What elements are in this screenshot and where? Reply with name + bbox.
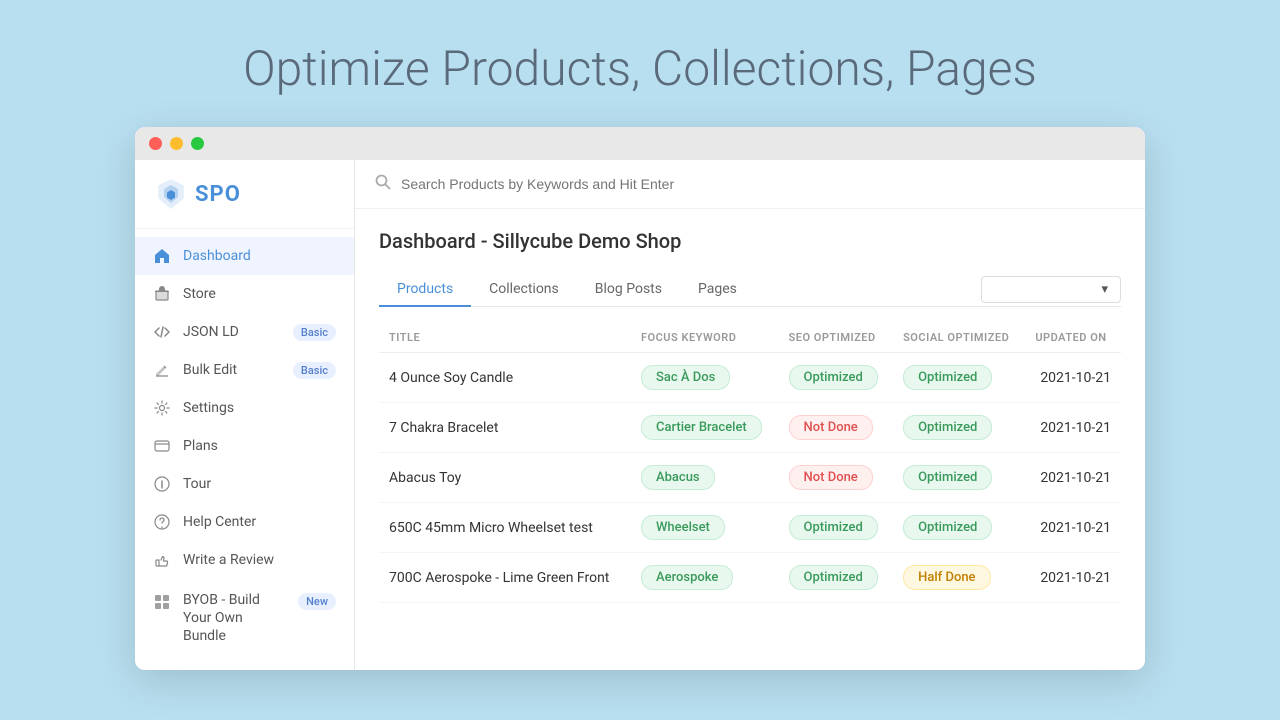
logo-text: SPO xyxy=(195,182,241,207)
thumbs-up-icon xyxy=(153,551,171,569)
cell-seo-optimized: Optimized xyxy=(779,353,894,403)
sidebar-item-settings[interactable]: Settings xyxy=(135,389,354,427)
browser-chrome xyxy=(135,127,1145,160)
cell-seo-optimized: Not Done xyxy=(779,403,894,453)
table-row: 650C 45mm Micro Wheelset test Wheelset O… xyxy=(379,503,1121,553)
sidebar-item-label: Bulk Edit xyxy=(183,362,237,378)
search-icon xyxy=(375,174,391,194)
table-row: Abacus Toy Abacus Not Done Optimized 202… xyxy=(379,453,1121,503)
sidebar-nav: Dashboard Store JSON LD Basic xyxy=(135,229,354,664)
sidebar-item-label: Tour xyxy=(183,476,211,492)
cell-updated-on: 2021-10-21 xyxy=(1025,503,1121,553)
info-circle-icon xyxy=(153,475,171,493)
dot-red[interactable] xyxy=(149,137,162,150)
cell-updated-on: 2021-10-21 xyxy=(1025,403,1121,453)
col-updated-on: UPDATED ON xyxy=(1025,323,1121,353)
table-row: 7 Chakra Bracelet Cartier Bracelet Not D… xyxy=(379,403,1121,453)
question-circle-icon xyxy=(153,513,171,531)
search-bar xyxy=(355,160,1145,209)
cell-title: 650C 45mm Micro Wheelset test xyxy=(379,503,631,553)
json-ld-badge: Basic xyxy=(293,324,336,341)
cell-seo-optimized: Optimized xyxy=(779,503,894,553)
cell-seo-optimized: Optimized xyxy=(779,553,894,603)
dashboard-title: Dashboard - Sillycube Demo Shop xyxy=(379,229,1121,253)
gear-icon xyxy=(153,399,171,417)
products-table: TITLE FOCUS KEYWORD SEO OPTIMIZED SOCIAL… xyxy=(379,323,1121,603)
sidebar-item-label: Store xyxy=(183,286,216,302)
sidebar-item-label: Settings xyxy=(183,400,234,416)
table-row: 4 Ounce Soy Candle Sac À Dos Optimized O… xyxy=(379,353,1121,403)
sidebar-item-label: Dashboard xyxy=(183,248,251,264)
col-social-optimized: SOCIAL OPTIMIZED xyxy=(893,323,1025,353)
code-icon xyxy=(153,323,171,341)
browser-window: SPO Dashboard Store xyxy=(135,127,1145,670)
cell-updated-on: 2021-10-21 xyxy=(1025,553,1121,603)
home-icon xyxy=(153,247,171,265)
table-header-row: TITLE FOCUS KEYWORD SEO OPTIMIZED SOCIAL… xyxy=(379,323,1121,353)
cell-social-optimized: Optimized xyxy=(893,353,1025,403)
dot-green[interactable] xyxy=(191,137,204,150)
cell-focus-keyword: Aerospoke xyxy=(631,553,779,603)
page-heading: Optimize Products, Collections, Pages xyxy=(243,40,1037,97)
col-focus-keyword: FOCUS KEYWORD xyxy=(631,323,779,353)
cell-title: 4 Ounce Soy Candle xyxy=(379,353,631,403)
bulk-edit-badge: Basic xyxy=(293,362,336,379)
sidebar-logo: SPO xyxy=(135,160,354,229)
tab-products[interactable]: Products xyxy=(379,273,471,307)
search-input[interactable] xyxy=(401,176,1125,192)
col-seo-optimized: SEO OPTIMIZED xyxy=(779,323,894,353)
sidebar-item-byob[interactable]: BYOB - Build Your Own Bundle New xyxy=(135,579,354,656)
cell-social-optimized: Optimized xyxy=(893,453,1025,503)
grid-icon xyxy=(153,593,171,611)
cell-focus-keyword: Wheelset xyxy=(631,503,779,553)
cell-updated-on: 2021-10-21 xyxy=(1025,353,1121,403)
dot-yellow[interactable] xyxy=(170,137,183,150)
main-content: Dashboard - Sillycube Demo Shop Products… xyxy=(355,160,1145,670)
card-icon xyxy=(153,437,171,455)
cell-focus-keyword: Sac À Dos xyxy=(631,353,779,403)
cell-social-optimized: Optimized xyxy=(893,503,1025,553)
sidebar-item-label: Write a Review xyxy=(183,552,274,568)
cell-focus-keyword: Abacus xyxy=(631,453,779,503)
cell-seo-optimized: Not Done xyxy=(779,453,894,503)
tab-collections[interactable]: Collections xyxy=(471,273,577,307)
sidebar-item-tour[interactable]: Tour xyxy=(135,465,354,503)
sidebar-item-dashboard[interactable]: Dashboard xyxy=(135,237,354,275)
tab-pages[interactable]: Pages xyxy=(680,273,755,307)
table-filter-dropdown[interactable]: ▾ xyxy=(981,276,1121,303)
sidebar-item-write-review[interactable]: Write a Review xyxy=(135,541,354,579)
sidebar-item-plans[interactable]: Plans xyxy=(135,427,354,465)
content-area: Dashboard - Sillycube Demo Shop Products… xyxy=(355,209,1145,623)
cell-focus-keyword: Cartier Bracelet xyxy=(631,403,779,453)
sidebar: SPO Dashboard Store xyxy=(135,160,355,670)
spo-logo-icon xyxy=(155,178,187,210)
col-title: TITLE xyxy=(379,323,631,353)
tabs-container: Products Collections Blog Posts Pages ▾ xyxy=(379,273,1121,307)
edit-icon xyxy=(153,361,171,379)
sidebar-item-label: JSON LD xyxy=(183,324,239,340)
sidebar-item-store[interactable]: Store xyxy=(135,275,354,313)
box-icon xyxy=(153,285,171,303)
cell-title: 700C Aerospoke - Lime Green Front xyxy=(379,553,631,603)
sidebar-item-label: BYOB - Build Your Own Bundle xyxy=(183,591,286,646)
sidebar-item-label: Plans xyxy=(183,438,218,454)
cell-updated-on: 2021-10-21 xyxy=(1025,453,1121,503)
cell-social-optimized: Optimized xyxy=(893,403,1025,453)
sidebar-item-json-ld[interactable]: JSON LD Basic xyxy=(135,313,354,351)
sidebar-item-bulk-edit[interactable]: Bulk Edit Basic xyxy=(135,351,354,389)
sidebar-item-help-center[interactable]: Help Center xyxy=(135,503,354,541)
browser-body: SPO Dashboard Store xyxy=(135,160,1145,670)
sidebar-item-label: Help Center xyxy=(183,514,256,530)
byob-badge: New xyxy=(298,593,336,610)
tab-blog-posts[interactable]: Blog Posts xyxy=(577,273,680,307)
cell-title: 7 Chakra Bracelet xyxy=(379,403,631,453)
chevron-down-icon: ▾ xyxy=(1101,282,1108,297)
table-row: 700C Aerospoke - Lime Green Front Aerosp… xyxy=(379,553,1121,603)
cell-title: Abacus Toy xyxy=(379,453,631,503)
cell-social-optimized: Half Done xyxy=(893,553,1025,603)
